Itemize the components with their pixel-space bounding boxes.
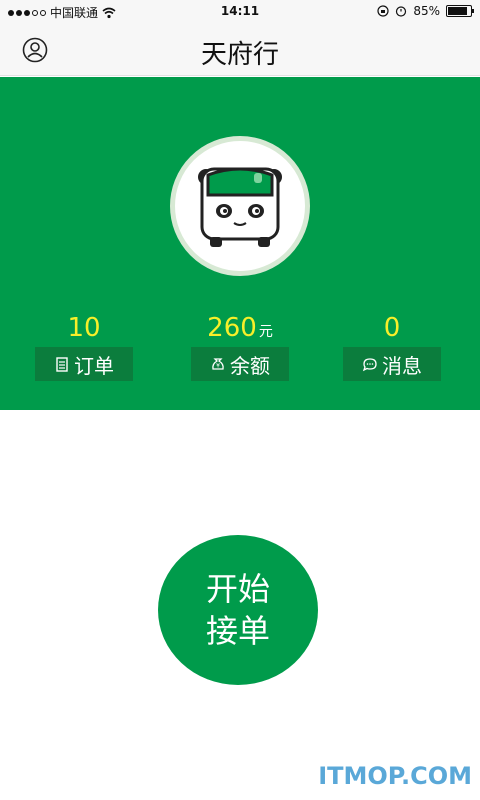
orders-count: 10 (34, 313, 134, 343)
balance-value: 260 (207, 313, 257, 343)
messages-button[interactable]: 消息 (343, 347, 441, 381)
balance-button[interactable]: ¥ 余额 (191, 347, 289, 381)
status-right: 85% (377, 4, 474, 18)
messages-label: 消息 (382, 353, 422, 378)
battery-percent: 85% (413, 4, 440, 18)
start-button-line2: 接单 (205, 612, 270, 650)
avatar[interactable] (170, 136, 310, 276)
orders-label: 订单 (74, 353, 114, 378)
clipboard-icon (56, 357, 68, 372)
balance-amount: 260 元 (190, 313, 290, 343)
orders-value: 10 (67, 313, 101, 343)
page-title: 天府行 (200, 40, 279, 70)
orders-button[interactable]: 订单 (35, 347, 133, 381)
bus-mascot-icon (198, 167, 282, 247)
messages-count: 0 (342, 313, 442, 343)
summary-panel: 10 260 元 0 订单 ¥ 余额 消息 (0, 77, 480, 410)
start-button-line1: 开始 (205, 570, 270, 608)
battery-icon (446, 5, 474, 17)
start-accepting-orders-button[interactable]: 开始 接单 (158, 535, 318, 685)
watermark: ITMOP.COM (318, 762, 472, 790)
money-bag-icon: ¥ (212, 358, 224, 370)
balance-unit: 元 (258, 324, 273, 340)
balance-label: 余额 (230, 353, 270, 378)
app-header: 天府行 (0, 24, 480, 76)
alarm-icon (396, 6, 407, 17)
status-bar: 中国联通 14:11 85% (0, 0, 480, 24)
rotation-lock-icon (377, 5, 389, 17)
messages-value: 0 (383, 313, 401, 343)
chat-bubble-icon (362, 358, 377, 372)
svg-text:¥: ¥ (216, 363, 220, 370)
